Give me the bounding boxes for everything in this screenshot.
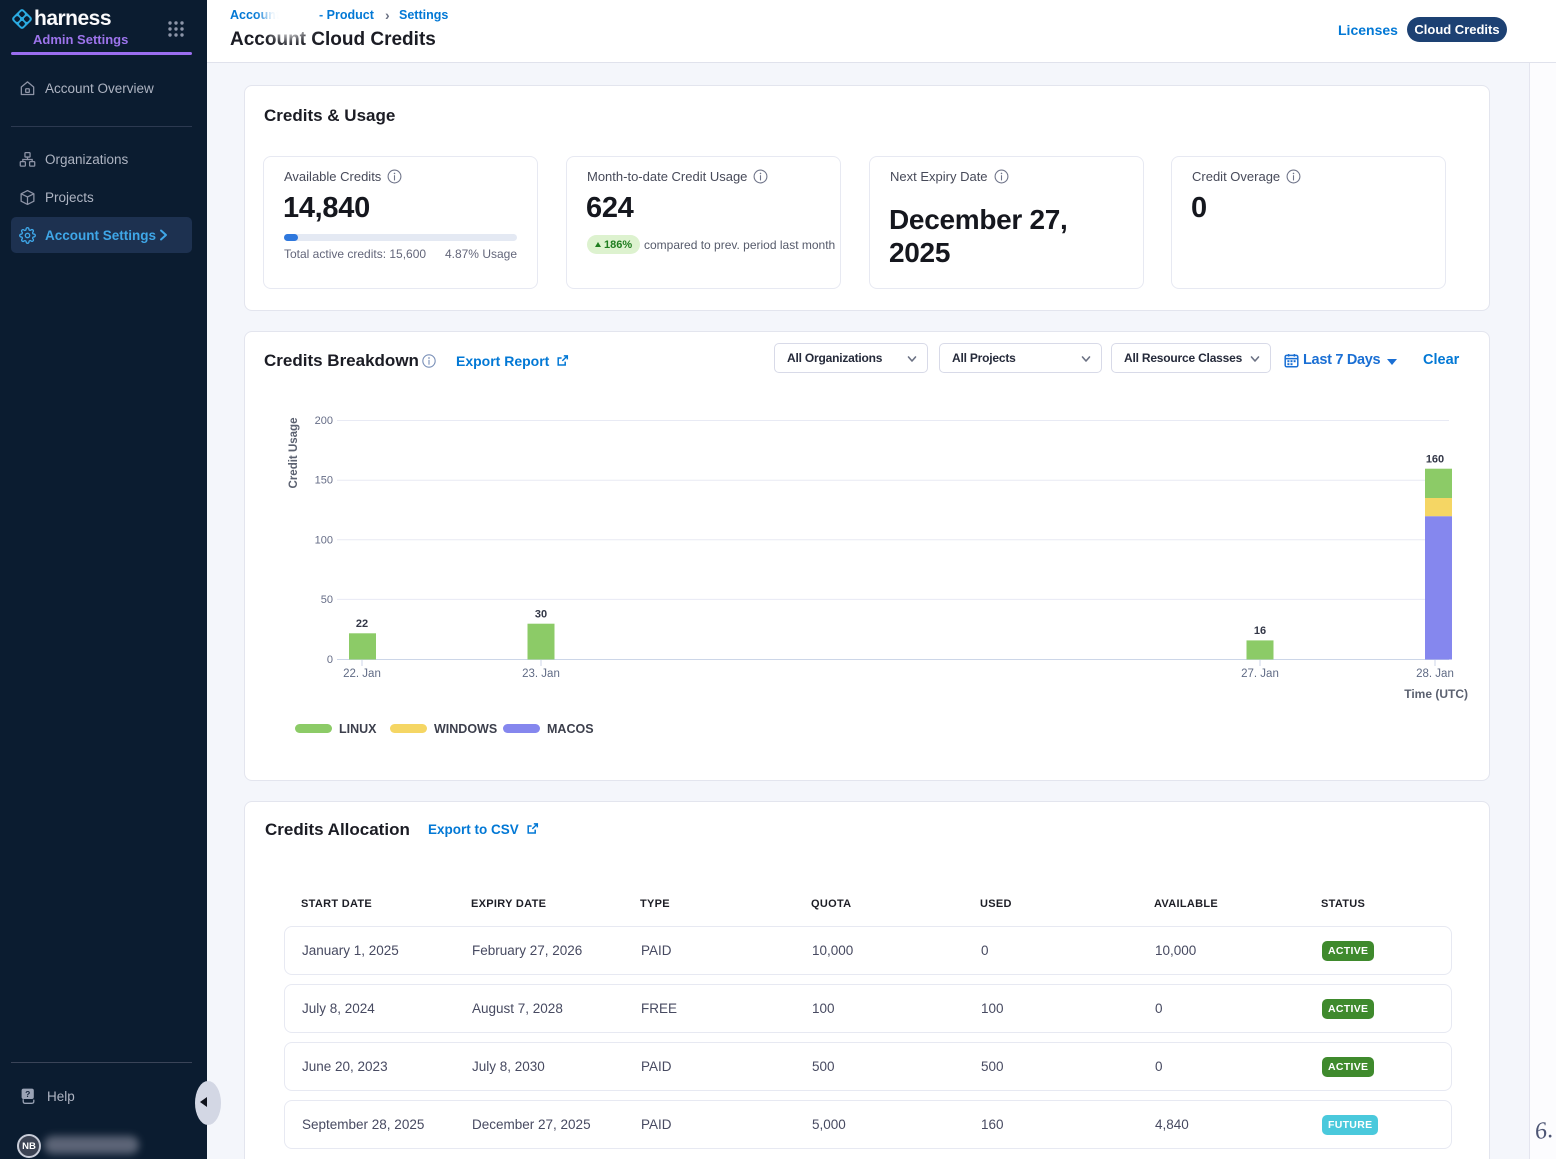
svg-text:28. Jan: 28. Jan (1416, 668, 1454, 680)
svg-text:MACOS: MACOS (547, 722, 594, 736)
svg-text:16: 16 (1254, 625, 1266, 637)
svg-text:0: 0 (327, 654, 333, 666)
svg-text:50: 50 (321, 594, 333, 606)
svg-text:22: 22 (356, 618, 368, 630)
svg-text:LINUX: LINUX (339, 722, 377, 736)
svg-text:WINDOWS: WINDOWS (434, 722, 497, 736)
svg-text:Time (UTC): Time (UTC) (1404, 687, 1468, 701)
svg-text:23. Jan: 23. Jan (522, 668, 560, 680)
svg-text:?: ? (25, 1089, 30, 1099)
svg-text:100: 100 (315, 534, 333, 546)
svg-text:150: 150 (315, 475, 333, 487)
svg-text:Credit Usage: Credit Usage (288, 418, 300, 489)
svg-text:22. Jan: 22. Jan (343, 668, 381, 680)
svg-text:200: 200 (315, 415, 333, 427)
svg-text:160: 160 (1426, 453, 1444, 465)
svg-text:27. Jan: 27. Jan (1241, 668, 1279, 680)
svg-text:30: 30 (535, 608, 547, 620)
